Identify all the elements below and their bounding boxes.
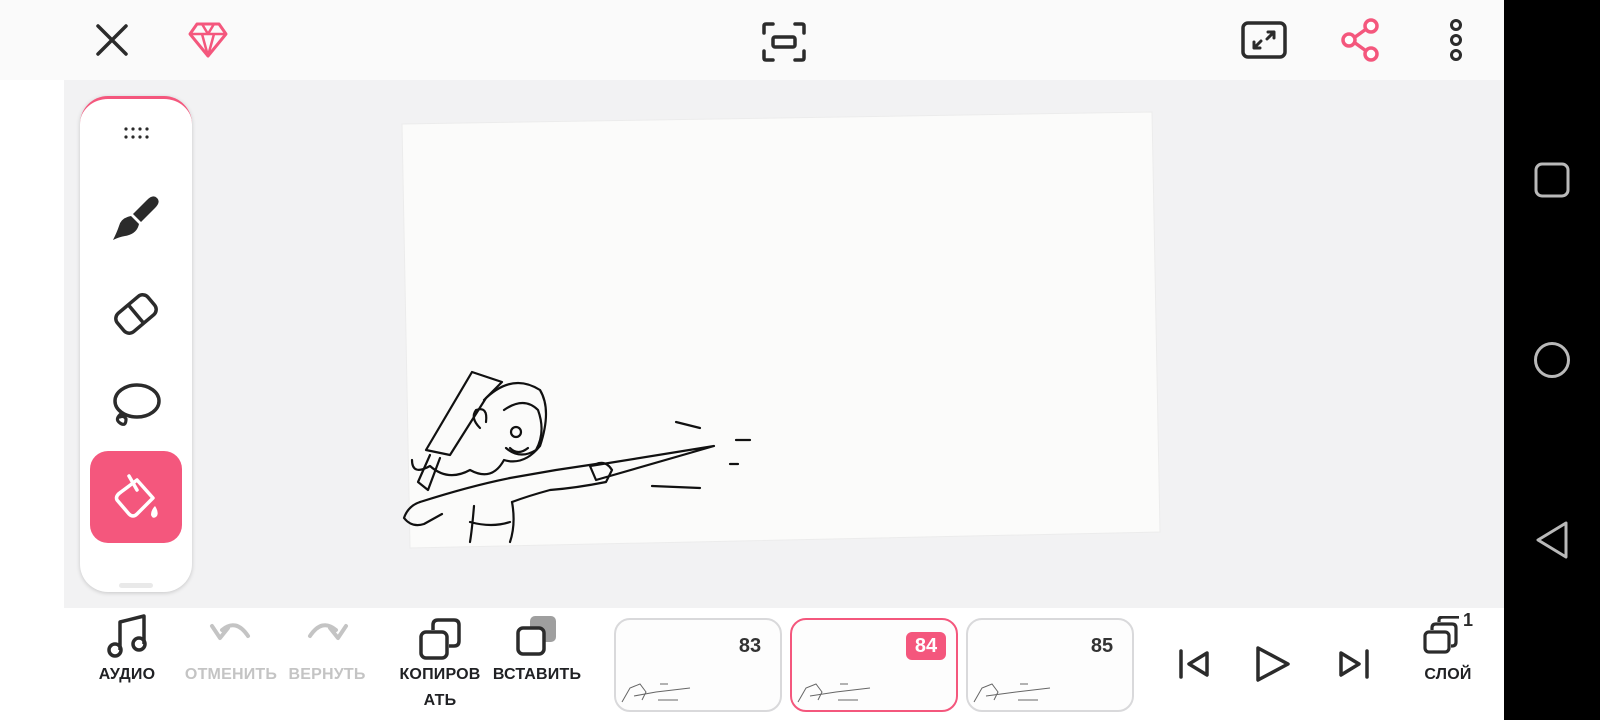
copy-frame-button[interactable]: КОПИРОВАТЬ: [394, 618, 486, 714]
audio-button[interactable]: АУДИО: [94, 614, 160, 688]
home-circle-icon: [1534, 342, 1570, 378]
frame-thumbnail[interactable]: 85: [966, 618, 1134, 712]
paste-frame-button[interactable]: ВСТАВИТЬ: [492, 614, 582, 688]
next-frame-button[interactable]: [1334, 642, 1374, 686]
drag-grip-icon: [124, 127, 149, 139]
frame-preview: [973, 683, 1051, 703]
back-button[interactable]: [1532, 520, 1572, 560]
audio-label: АУДИО: [98, 666, 156, 683]
layers-button[interactable]: 1 СЛОЙ: [1418, 610, 1478, 688]
share-button[interactable]: [1336, 16, 1384, 64]
undo-arrow-icon: [210, 623, 250, 640]
music-note-icon: [107, 614, 147, 658]
palette-scroll-indicator: [119, 583, 153, 588]
brush-icon: [113, 196, 159, 240]
skip-previous-icon: [1179, 649, 1209, 679]
frame-number: 85: [1090, 635, 1114, 657]
play-button[interactable]: [1250, 642, 1294, 686]
brush-tool[interactable]: [90, 173, 182, 265]
eraser-tool[interactable]: [90, 267, 182, 359]
lasso-tool[interactable]: [90, 359, 182, 451]
share-icon: [1341, 18, 1379, 62]
layers-label: СЛОЙ: [1424, 666, 1472, 683]
fit-to-screen-icon: [762, 22, 806, 62]
palette-drag-handle[interactable]: [80, 125, 192, 141]
fit-to-screen-button[interactable]: [760, 18, 808, 66]
previous-frame-button[interactable]: [1174, 642, 1214, 686]
layers-icon-wrap: 1: [1423, 610, 1473, 658]
more-options-button[interactable]: [1432, 16, 1480, 64]
fill-bucket-icon: [114, 474, 158, 518]
paste-icon: [516, 616, 556, 656]
recents-square-icon: [1534, 162, 1570, 198]
fullscreen-icon: [1241, 21, 1287, 59]
frame-timeline[interactable]: 83 84 85: [606, 616, 1142, 712]
premium-diamond-icon: [188, 22, 228, 58]
layers-icon: [1423, 616, 1459, 654]
premium-button[interactable]: [184, 16, 232, 64]
play-icon: [1256, 646, 1290, 682]
layer-count: 1: [1462, 610, 1473, 630]
frame-number: 84: [906, 632, 946, 660]
frame-number: 83: [738, 635, 762, 657]
frame-preview: [621, 683, 691, 703]
skip-next-icon: [1339, 649, 1369, 679]
lasso-icon: [113, 383, 161, 426]
fullscreen-button[interactable]: [1240, 18, 1288, 62]
redo-arrow-icon: [308, 623, 348, 640]
back-triangle-icon: [1536, 521, 1568, 559]
frame-preview: [797, 683, 871, 703]
home-button[interactable]: [1532, 340, 1572, 380]
undo-label: ОТМЕНИТЬ: [184, 666, 278, 683]
fill-tool[interactable]: [90, 451, 182, 543]
close-icon: [96, 24, 128, 56]
copy-label: КОПИРОВАТЬ: [399, 666, 481, 709]
more-vertical-icon: [1450, 19, 1462, 61]
redo-button[interactable]: ВЕРНУТЬ: [282, 614, 372, 688]
frame-thumbnail-active[interactable]: 84: [790, 618, 958, 712]
drawing-canvas[interactable]: [400, 110, 1170, 555]
eraser-icon: [114, 293, 158, 335]
copy-icon: [419, 618, 461, 660]
recents-button[interactable]: [1532, 160, 1572, 200]
tool-palette: [80, 96, 192, 592]
redo-label: ВЕРНУТЬ: [288, 666, 366, 683]
system-navigation-bar: [1504, 0, 1600, 720]
undo-button[interactable]: ОТМЕНИТЬ: [184, 614, 278, 688]
paste-label: ВСТАВИТЬ: [492, 666, 582, 683]
frame-thumbnail[interactable]: 83: [614, 618, 782, 712]
close-button[interactable]: [88, 18, 136, 62]
